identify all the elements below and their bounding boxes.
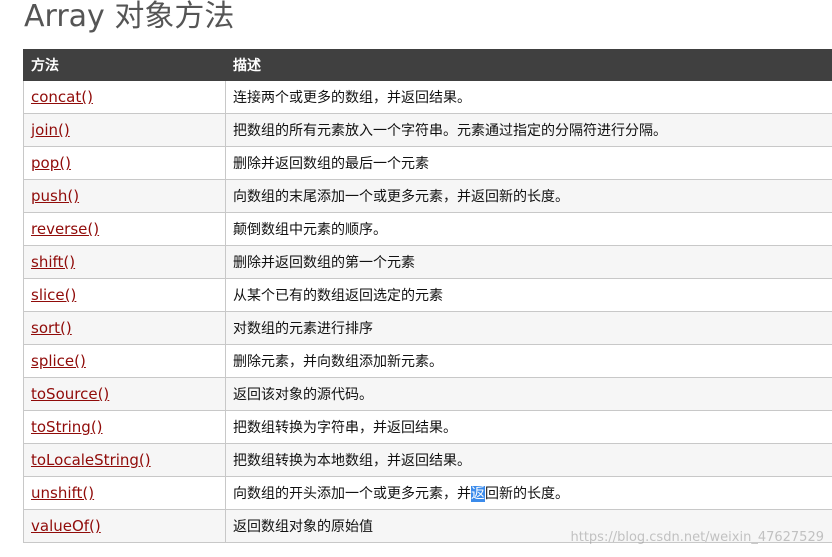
page: Array 对象方法 方法 描述 concat() 连接两个或更多的数组，并返回…	[0, 0, 832, 557]
description-cell: 连接两个或更多的数组，并返回结果。	[225, 80, 832, 114]
method-link-unshift[interactable]: unshift()	[31, 484, 94, 502]
description-cell: 从某个已有的数组返回选定的元素	[225, 278, 832, 312]
table-row: reverse() 颠倒数组中元素的顺序。	[23, 212, 832, 246]
method-link-slice[interactable]: slice()	[31, 286, 76, 304]
method-link-push[interactable]: push()	[31, 187, 79, 205]
description-text: 回新的长度。	[485, 486, 569, 502]
table-row: concat() 连接两个或更多的数组，并返回结果。	[23, 80, 832, 114]
table-row: shift() 删除并返回数组的第一个元素	[23, 245, 832, 279]
page-title: Array 对象方法	[24, 0, 235, 34]
table-row: push() 向数组的末尾添加一个或更多元素，并返回新的长度。	[23, 179, 832, 213]
method-cell: pop()	[23, 146, 226, 180]
description-cell: 删除并返回数组的第一个元素	[225, 245, 832, 279]
table-row: splice() 删除元素，并向数组添加新元素。	[23, 344, 832, 378]
method-link-tosource[interactable]: toSource()	[31, 385, 109, 403]
description-cell: 把数组的所有元素放入一个字符串。元素通过指定的分隔符进行分隔。	[225, 113, 832, 147]
method-link-tostring[interactable]: toString()	[31, 418, 103, 436]
method-cell: reverse()	[23, 212, 226, 246]
method-link-concat[interactable]: concat()	[31, 88, 93, 106]
description-cell: 删除并返回数组的最后一个元素	[225, 146, 832, 180]
table-row: sort() 对数组的元素进行排序	[23, 311, 832, 345]
method-link-sort[interactable]: sort()	[31, 319, 72, 337]
table-row: pop() 删除并返回数组的最后一个元素	[23, 146, 832, 180]
table-row: join() 把数组的所有元素放入一个字符串。元素通过指定的分隔符进行分隔。	[23, 113, 832, 147]
table-header-row: 方法 描述	[23, 49, 832, 81]
table-row: unshift() 向数组的开头添加一个或更多元素，并返回新的长度。	[23, 476, 832, 510]
array-methods-table: 方法 描述 concat() 连接两个或更多的数组，并返回结果。 join() …	[23, 49, 832, 543]
method-cell: splice()	[23, 344, 226, 378]
table-row: toString() 把数组转换为字符串，并返回结果。	[23, 410, 832, 444]
method-cell: slice()	[23, 278, 226, 312]
method-cell: concat()	[23, 80, 226, 114]
method-cell: sort()	[23, 311, 226, 345]
text-selection-highlight[interactable]: 返	[471, 486, 485, 502]
method-link-pop[interactable]: pop()	[31, 154, 71, 172]
header-method: 方法	[23, 49, 226, 81]
table-row: valueOf() 返回数组对象的原始值	[23, 509, 832, 543]
description-cell: 返回该对象的源代码。	[225, 377, 832, 411]
description-cell: 对数组的元素进行排序	[225, 311, 832, 345]
method-link-shift[interactable]: shift()	[31, 253, 75, 271]
description-cell: 返回数组对象的原始值	[225, 509, 832, 543]
header-description: 描述	[225, 49, 832, 81]
description-text: 向数组的开头添加一个或更多元素，并	[233, 486, 471, 502]
method-cell: join()	[23, 113, 226, 147]
description-cell: 颠倒数组中元素的顺序。	[225, 212, 832, 246]
method-link-join[interactable]: join()	[31, 121, 70, 139]
method-cell: toLocaleString()	[23, 443, 226, 477]
method-cell: toSource()	[23, 377, 226, 411]
method-cell: shift()	[23, 245, 226, 279]
description-cell: 把数组转换为本地数组，并返回结果。	[225, 443, 832, 477]
method-cell: toString()	[23, 410, 226, 444]
method-cell: valueOf()	[23, 509, 226, 543]
method-link-tolocalestring[interactable]: toLocaleString()	[31, 451, 151, 469]
method-link-splice[interactable]: splice()	[31, 352, 86, 370]
description-cell: 向数组的开头添加一个或更多元素，并返回新的长度。	[225, 476, 832, 510]
description-cell: 把数组转换为字符串，并返回结果。	[225, 410, 832, 444]
method-cell: unshift()	[23, 476, 226, 510]
method-link-reverse[interactable]: reverse()	[31, 220, 99, 238]
description-cell: 向数组的末尾添加一个或更多元素，并返回新的长度。	[225, 179, 832, 213]
method-cell: push()	[23, 179, 226, 213]
method-link-valueof[interactable]: valueOf()	[31, 517, 101, 535]
description-cell: 删除元素，并向数组添加新元素。	[225, 344, 832, 378]
table-row: toSource() 返回该对象的源代码。	[23, 377, 832, 411]
table-row: slice() 从某个已有的数组返回选定的元素	[23, 278, 832, 312]
table-row: toLocaleString() 把数组转换为本地数组，并返回结果。	[23, 443, 832, 477]
